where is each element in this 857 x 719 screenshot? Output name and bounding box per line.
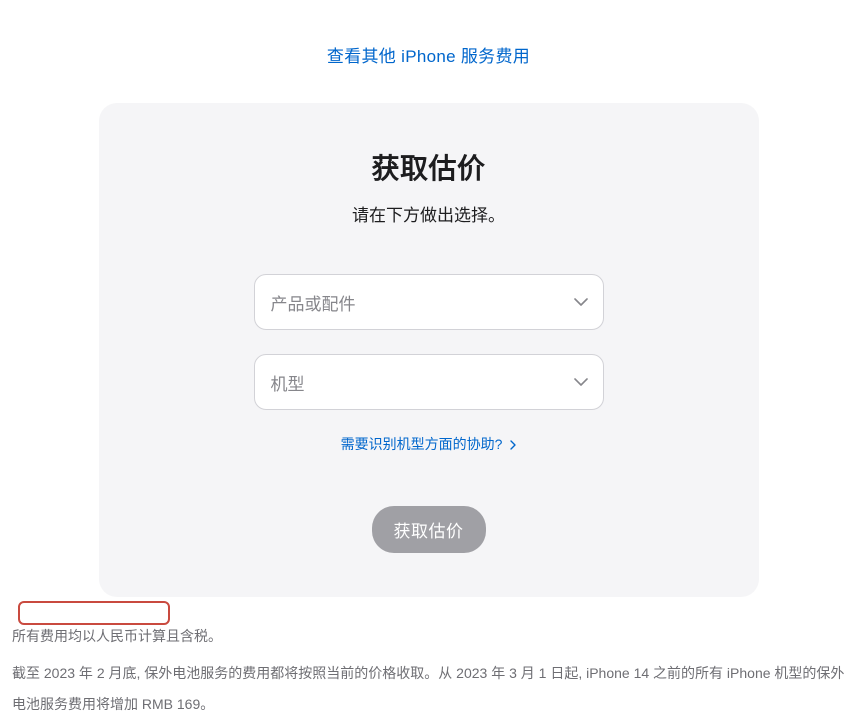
card-title: 获取估价	[139, 147, 719, 187]
help-link-label: 需要识别机型方面的协助?	[341, 436, 503, 452]
help-link-row: 需要识别机型方面的协助?	[139, 434, 719, 454]
top-link-row: 查看其他 iPhone 服务费用	[12, 0, 845, 103]
identify-model-link[interactable]: 需要识别机型方面的协助?	[341, 436, 517, 452]
other-fees-link[interactable]: 查看其他 iPhone 服务费用	[327, 47, 530, 66]
model-select[interactable]: 机型	[254, 354, 604, 410]
footer-notes: 所有费用均以人民币计算且含税。 截至 2023 年 2 月底, 保外电池服务的费…	[12, 597, 845, 719]
model-select-wrap: 机型	[254, 354, 604, 410]
product-select[interactable]: 产品或配件	[254, 274, 604, 330]
get-estimate-button[interactable]: 获取估价	[372, 506, 486, 553]
estimate-card: 获取估价 请在下方做出选择。 产品或配件 机型 需要识别机型方面的协助?	[99, 103, 759, 597]
footer-note-2: 截至 2023 年 2 月底, 保外电池服务的费用都将按照当前的价格收取。从 2…	[12, 658, 845, 719]
card-subtitle: 请在下方做出选择。	[139, 201, 719, 226]
footer-note-1: 所有费用均以人民币计算且含税。	[12, 621, 845, 652]
product-select-wrap: 产品或配件	[254, 274, 604, 330]
chevron-right-icon	[510, 437, 516, 453]
